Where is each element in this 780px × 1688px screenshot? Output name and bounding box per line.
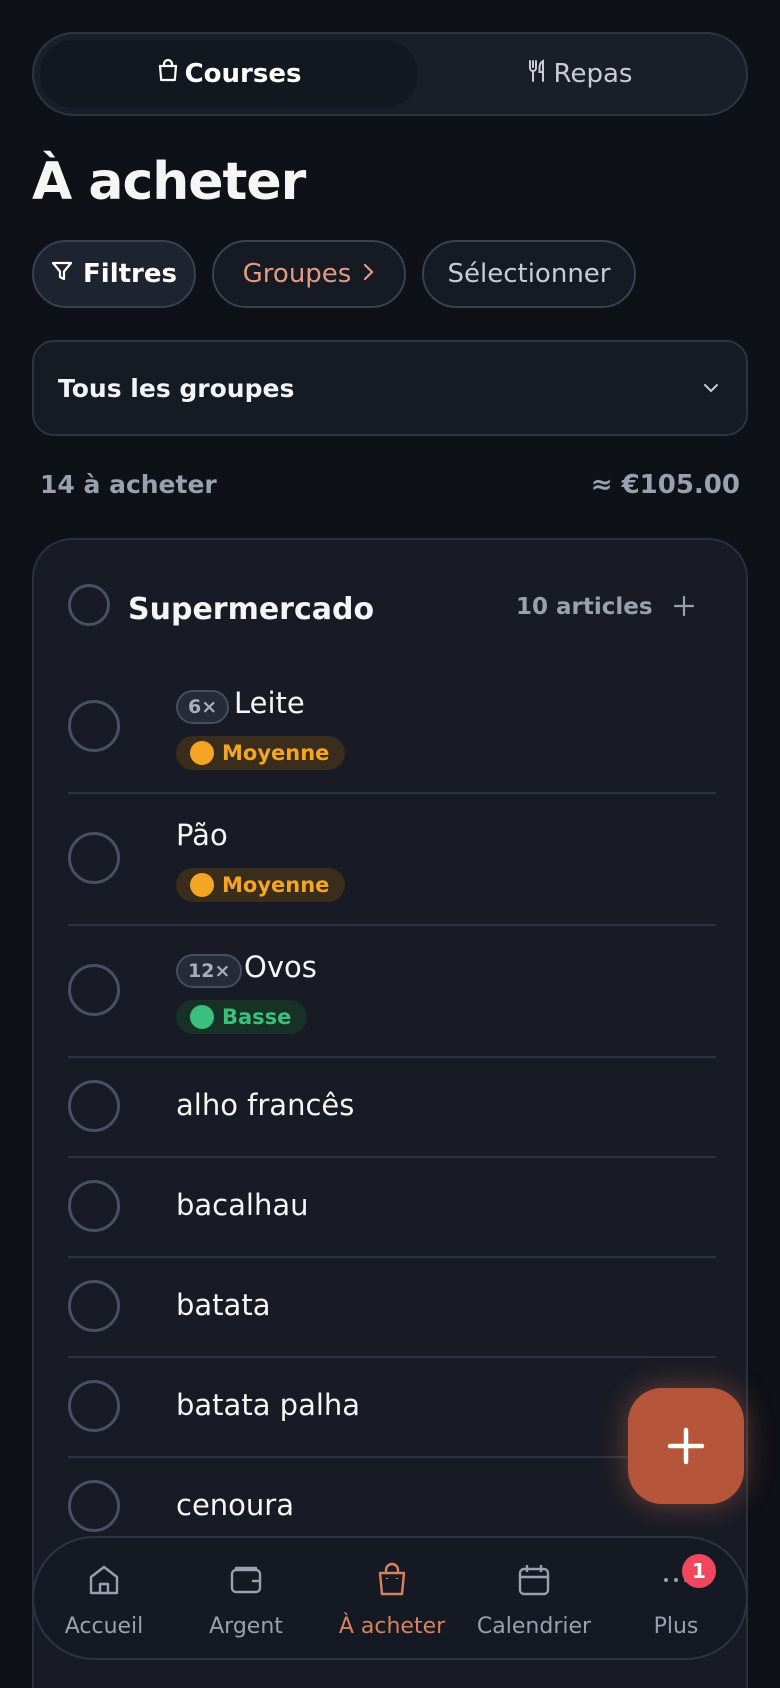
group-item-count: 10 articles: [516, 594, 653, 620]
priority-badge: Moyenne: [176, 736, 346, 770]
quantity-badge: 12×: [176, 954, 243, 988]
priority-dot-icon: [190, 1005, 214, 1029]
priority-badge: Basse: [176, 1000, 308, 1034]
item-checkbox[interactable]: [68, 832, 120, 884]
group-name: Supermercado: [128, 592, 375, 627]
tab-repas-label: Repas: [553, 59, 633, 89]
list-item[interactable]: bacalhau: [68, 1180, 716, 1232]
divider: [68, 1456, 716, 1458]
add-to-group-button[interactable]: [668, 590, 700, 622]
item-checkbox[interactable]: [68, 1080, 120, 1132]
list-item[interactable]: 6× Leite Moyenne: [68, 686, 716, 790]
priority-label: Moyenne: [222, 873, 330, 897]
filters-label: Filtres: [83, 259, 177, 289]
tab-repas[interactable]: Repas: [414, 40, 744, 108]
nav-more[interactable]: Plus 1: [606, 1538, 746, 1662]
notification-badge: 1: [682, 1554, 716, 1588]
bag-icon: [157, 58, 179, 90]
utensils-icon: [526, 58, 548, 90]
item-name: alho francês: [176, 1088, 355, 1122]
bottom-nav: Accueil Argent À acheter Calendrier Plus…: [32, 1536, 748, 1660]
item-name: cenoura: [176, 1488, 294, 1522]
group-checkbox[interactable]: [68, 584, 110, 626]
mode-switch: Courses Repas: [32, 32, 748, 116]
nav-home-label: Accueil: [64, 1613, 144, 1639]
divider: [68, 792, 716, 794]
list-item[interactable]: 12× Ovos Basse: [68, 950, 716, 1054]
list-item[interactable]: cenoura: [68, 1480, 716, 1532]
nav-money-label: Argent: [209, 1613, 283, 1639]
priority-dot-icon: [190, 741, 214, 765]
chevron-right-icon: [361, 259, 375, 289]
plus-icon: [667, 1427, 705, 1465]
item-name: Pão: [176, 818, 228, 852]
divider: [68, 1056, 716, 1058]
item-name: bacalhau: [176, 1188, 309, 1222]
item-checkbox[interactable]: [68, 700, 120, 752]
item-checkbox[interactable]: [68, 1480, 120, 1532]
chevron-down-icon: [702, 379, 720, 398]
tab-courses[interactable]: Courses: [40, 40, 418, 108]
bag-icon: [374, 1562, 410, 1604]
priority-dot-icon: [190, 873, 214, 897]
group-select-value: Tous les groupes: [58, 373, 295, 403]
item-name: batata: [176, 1288, 271, 1322]
plus-icon: [673, 595, 695, 617]
item-name: Ovos: [244, 950, 317, 984]
select-button[interactable]: Sélectionner: [422, 240, 636, 308]
group-header: Supermercado 10 articles: [34, 580, 746, 640]
item-name: batata palha: [176, 1388, 361, 1422]
priority-badge: Moyenne: [176, 868, 346, 902]
select-label: Sélectionner: [447, 259, 611, 289]
nav-money[interactable]: Argent: [176, 1538, 316, 1662]
nav-shopping-label: À acheter: [338, 1613, 446, 1639]
priority-label: Basse: [222, 1005, 292, 1029]
tab-courses-label: Courses: [184, 59, 302, 89]
divider: [68, 1356, 716, 1358]
filters-button[interactable]: Filtres: [32, 240, 196, 308]
groups-button[interactable]: Groupes: [212, 240, 406, 308]
add-item-fab[interactable]: [628, 1388, 744, 1504]
nav-home[interactable]: Accueil: [34, 1538, 174, 1662]
filter-icon: [51, 259, 73, 289]
nav-more-label: Plus: [653, 1613, 699, 1639]
nav-calendar[interactable]: Calendrier: [464, 1538, 604, 1662]
item-checkbox[interactable]: [68, 1380, 120, 1432]
list-item[interactable]: batata: [68, 1280, 716, 1332]
item-checkbox[interactable]: [68, 1180, 120, 1232]
items-count: 14 à acheter: [40, 470, 217, 499]
divider: [68, 1156, 716, 1158]
item-checkbox[interactable]: [68, 964, 120, 1016]
quantity-badge: 6×: [176, 690, 230, 724]
item-name: Leite: [234, 686, 305, 720]
nav-calendar-label: Calendrier: [476, 1613, 592, 1639]
estimated-total: ≈ €105.00: [590, 470, 740, 500]
list-item[interactable]: batata palha: [68, 1380, 716, 1432]
divider: [68, 924, 716, 926]
page-title: À acheter: [32, 152, 306, 212]
group-card: Supermercado 10 articles 6× Leite Moyenn…: [32, 538, 748, 1688]
divider: [68, 1256, 716, 1258]
list-item[interactable]: Pão Moyenne: [68, 818, 716, 922]
nav-shopping[interactable]: À acheter: [322, 1538, 462, 1662]
item-checkbox[interactable]: [68, 1280, 120, 1332]
calendar-icon: [516, 1562, 552, 1604]
home-icon: [86, 1562, 122, 1604]
list-item[interactable]: alho francês: [68, 1080, 716, 1132]
wallet-icon: [228, 1562, 264, 1604]
groups-label: Groupes: [242, 259, 352, 289]
priority-label: Moyenne: [222, 741, 330, 765]
group-select[interactable]: Tous les groupes: [32, 340, 748, 436]
